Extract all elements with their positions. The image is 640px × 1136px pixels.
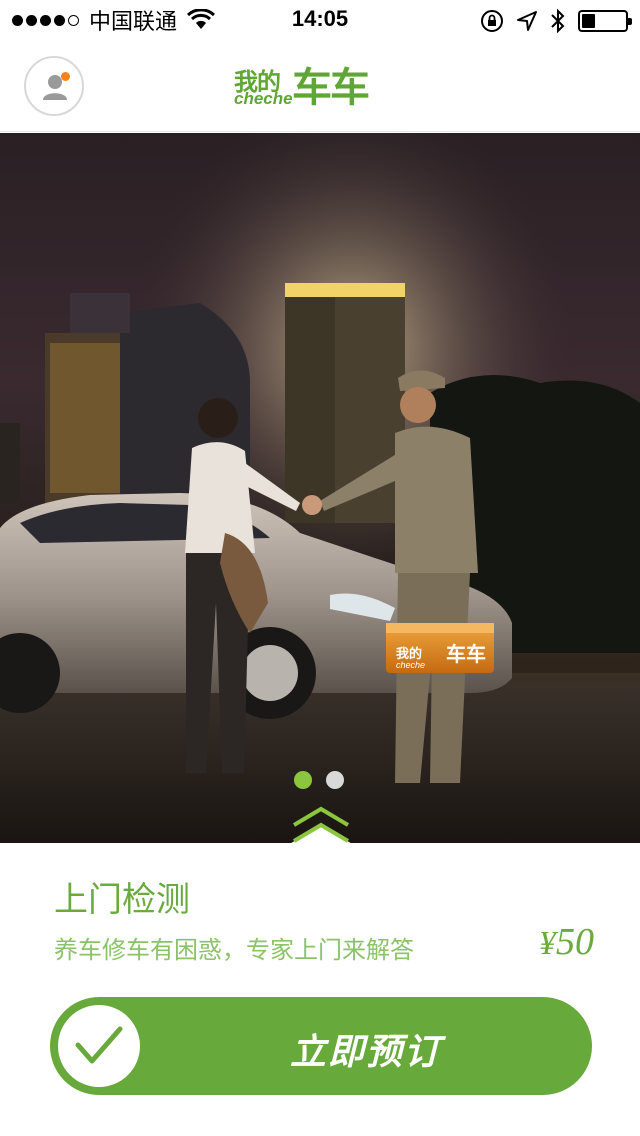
pager-dot-inactive[interactable] <box>326 771 344 789</box>
status-right <box>480 8 632 34</box>
banner-illustration: 我的 车车 cheche <box>0 133 640 843</box>
notification-dot <box>61 72 70 81</box>
service-price: ¥50 <box>539 920 594 964</box>
orientation-lock-icon <box>481 10 503 32</box>
battery-fill <box>582 14 596 28</box>
chevron-up-icon[interactable] <box>288 805 354 843</box>
battery-icon <box>578 10 632 32</box>
carousel-pager <box>294 771 344 789</box>
checkmark-icon <box>75 1026 123 1064</box>
bluetooth-icon <box>551 8 565 34</box>
app-logo: 我的 cheche 车车 <box>234 62 384 112</box>
book-now-button[interactable]: 立即预订 <box>50 997 592 1095</box>
price-value: 50 <box>556 921 594 963</box>
check-circle <box>58 1005 140 1087</box>
toolbox-logo-en: cheche <box>396 660 425 670</box>
toolbox-logo-big: 车车 <box>446 642 486 666</box>
location-icon <box>517 11 537 31</box>
logo-text-en: cheche <box>234 89 293 108</box>
service-title: 上门检测 <box>54 880 190 920</box>
logo-text-big: 车车 <box>292 65 370 111</box>
toolbox-illustration: 我的 车车 cheche <box>386 623 494 673</box>
book-now-label: 立即预订 <box>289 1032 442 1073</box>
status-bar: 中国联通 14:05 <box>0 0 640 40</box>
nav-bar: 我的 cheche 车车 <box>0 40 640 132</box>
service-description: 养车修车有困惑，专家上门来解答 <box>54 936 414 964</box>
price-currency: ¥ <box>539 925 556 962</box>
hero-banner[interactable]: 我的 车车 cheche <box>0 133 640 843</box>
pager-dot-active[interactable] <box>294 771 312 789</box>
profile-button[interactable] <box>24 56 84 116</box>
